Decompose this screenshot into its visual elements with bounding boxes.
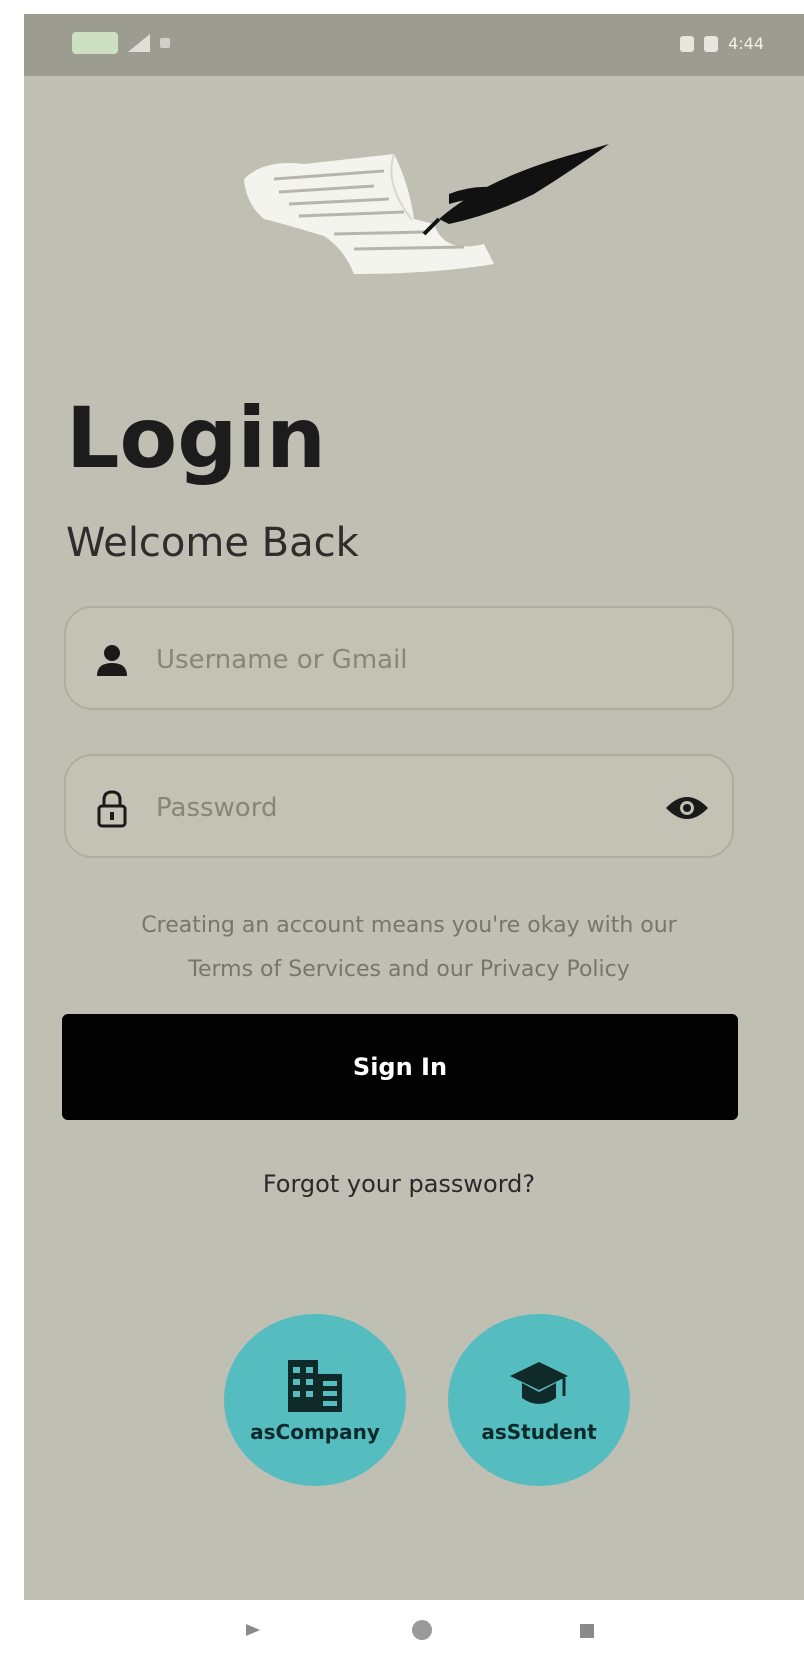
system-navigation-bar (0, 1600, 804, 1658)
recents-icon[interactable] (578, 1622, 596, 1640)
terms-text: Creating an account means you're okay wi… (84, 904, 734, 992)
status-bar: 4:44 (24, 14, 804, 76)
wifi-icon (704, 35, 719, 52)
eye-icon[interactable] (664, 792, 710, 824)
person-icon (97, 645, 127, 676)
forgot-password-link[interactable]: Forgot your password? (24, 1170, 774, 1198)
status-time: 4:44 (728, 34, 764, 53)
as-student-label: asStudent (481, 1420, 597, 1444)
status-left-icons (72, 32, 170, 54)
quill-icon (422, 144, 609, 236)
graduation-cap-icon (510, 1362, 568, 1404)
back-icon[interactable] (244, 1622, 262, 1638)
username-input[interactable] (154, 634, 658, 686)
scroll-quill-illustration (244, 144, 609, 274)
status-right-icons: 4:44 (680, 34, 764, 53)
as-student-button[interactable]: asStudent (448, 1314, 630, 1486)
as-company-label: asCompany (250, 1420, 380, 1444)
username-field[interactable] (64, 606, 734, 710)
battery-icon (72, 32, 118, 54)
signal-icon (128, 34, 150, 52)
password-field[interactable] (64, 754, 734, 858)
building-icon (288, 1360, 342, 1412)
terms-line-1: Creating an account means you're okay wi… (141, 913, 677, 938)
page-subtitle: Welcome Back (66, 520, 359, 566)
home-icon[interactable] (410, 1618, 434, 1642)
terms-line-2: Terms of Services and our Privacy Policy (188, 957, 630, 982)
as-company-button[interactable]: asCompany (224, 1314, 406, 1486)
lock-icon (97, 790, 127, 828)
app-screen: 4:44 Login Welcome Back Username or Gmai… (24, 14, 804, 1601)
notification-icon (160, 38, 170, 48)
alarm-icon (680, 35, 695, 52)
page-title: Login (66, 389, 326, 487)
password-input[interactable] (154, 782, 658, 834)
sign-in-button[interactable]: Sign In (62, 1014, 738, 1120)
